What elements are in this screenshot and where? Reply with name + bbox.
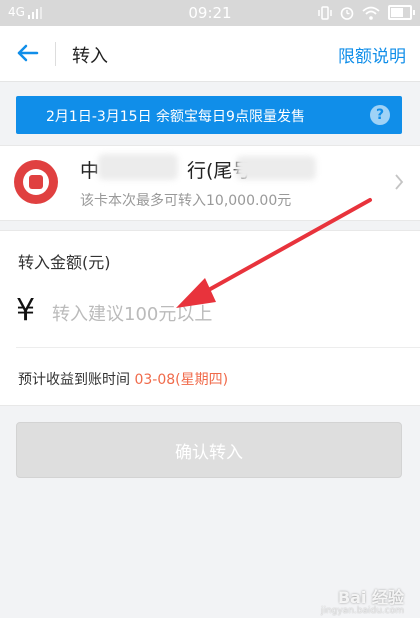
- vibrate-icon: [318, 5, 332, 20]
- amount-label: 转入金额(元): [18, 253, 111, 272]
- divider: [16, 347, 420, 348]
- watermark: Bai 经验: [337, 588, 404, 607]
- eta-value: 03-08(星期四): [134, 372, 229, 388]
- redaction-blur: [236, 156, 316, 180]
- bank-name-prefix: 中: [80, 160, 100, 182]
- nav-divider: [55, 42, 56, 66]
- alarm-icon: [340, 6, 354, 20]
- wifi-icon: [362, 6, 380, 20]
- eta-label: 预计收益到账时间: [18, 372, 130, 388]
- amount-panel: 转入金额(元) ¥ 预计收益到账时间 03-08(星期四): [0, 230, 420, 406]
- bank-card-selector[interactable]: 中行(尾号 该卡本次最多可转入10,000.00元: [0, 145, 420, 221]
- help-icon[interactable]: ?: [370, 105, 390, 125]
- confirm-transfer-button[interactable]: 确认转入: [16, 422, 402, 478]
- battery-icon: [388, 5, 415, 20]
- back-arrow-icon[interactable]: [14, 39, 42, 67]
- redaction-blur: [98, 154, 178, 180]
- amount-input[interactable]: [50, 297, 384, 331]
- yuan-icon: ¥: [16, 293, 36, 328]
- page-title: 转入: [72, 46, 108, 67]
- bank-logo: [14, 160, 58, 204]
- status-bar: 4G 09:21: [0, 0, 420, 26]
- watermark-sub: jingyan.baidu.com: [320, 606, 404, 616]
- banner-text: 2月1日-3月15日 余额宝每日9点限量发售: [46, 109, 305, 125]
- chevron-right-icon: [395, 174, 404, 190]
- card-limit-desc: 该卡本次最多可转入10,000.00元: [80, 193, 292, 209]
- nav-bar: 转入 限额说明: [0, 26, 420, 82]
- eta-row: 预计收益到账时间 03-08(星期四): [18, 369, 228, 389]
- limit-info-link[interactable]: 限额说明: [338, 42, 406, 67]
- promo-banner: 2月1日-3月15日 余额宝每日9点限量发售 ?: [16, 96, 402, 134]
